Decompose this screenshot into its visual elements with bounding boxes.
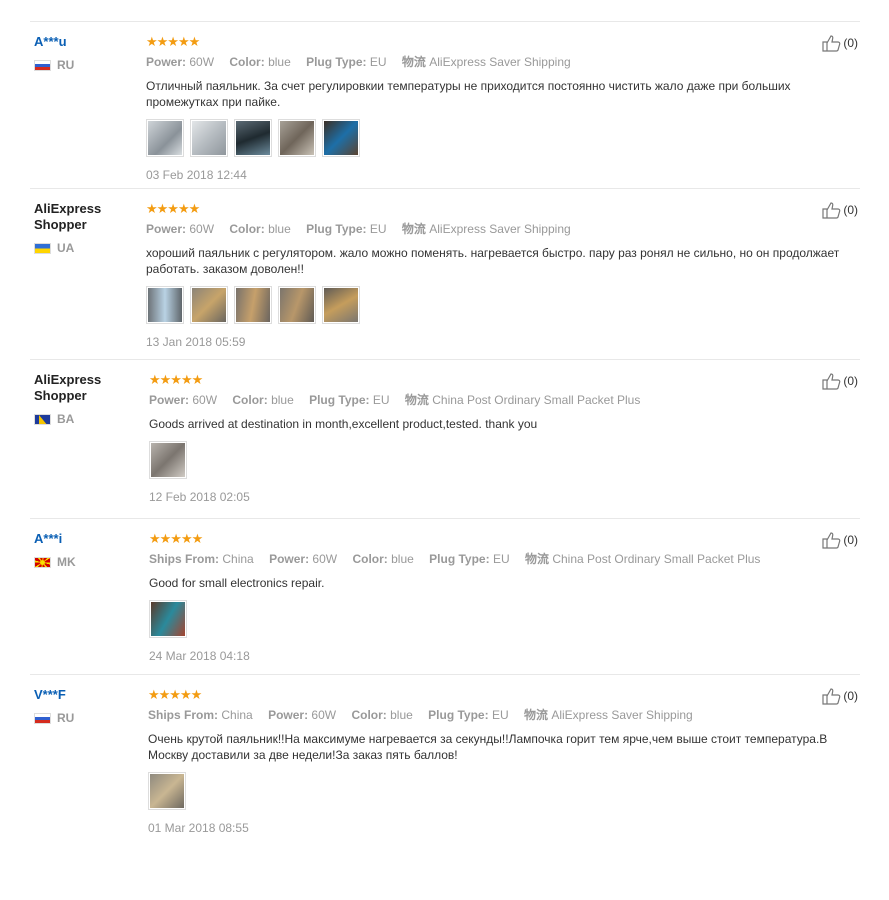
review-text: Goods arrived at destination in month,ex…: [149, 417, 538, 431]
review-photos: [146, 286, 846, 324]
rating-stars: ★★★★★: [146, 201, 200, 216]
flag-icon: [34, 556, 51, 568]
review-text: Очень крутой паяльник!!На максимуме нагр…: [148, 732, 828, 762]
product-attributes: Power: 60W Color: blue Plug Type: EU 物流 …: [146, 55, 571, 69]
review-item: AliExpress Shopper UA ★★★★★ Power: 60W C…: [30, 188, 860, 359]
rating-stars: ★★★★★: [149, 372, 203, 387]
review-photo-thumbnail[interactable]: [146, 286, 184, 324]
helpful-button[interactable]: (0): [821, 34, 858, 52]
rating-stars: ★★★★★: [149, 531, 203, 546]
review-photo-thumbnail[interactable]: [234, 119, 272, 157]
review-photos: [146, 119, 846, 157]
reviewer-country: RU: [57, 58, 75, 72]
review-photo-thumbnail[interactable]: [322, 119, 360, 157]
flag-icon: [34, 413, 51, 425]
reviewer-name[interactable]: A***u: [34, 34, 134, 50]
helpful-count: (0): [843, 533, 858, 547]
helpful-count: (0): [843, 374, 858, 388]
thumbs-up-icon: [822, 202, 841, 219]
review-date: 13 Jan 2018 05:59: [146, 335, 246, 349]
review-date: 03 Feb 2018 12:44: [146, 168, 247, 182]
helpful-button[interactable]: (0): [821, 201, 858, 219]
review-photo-thumbnail[interactable]: [149, 441, 187, 479]
helpful-count: (0): [843, 36, 858, 50]
flag-icon: [34, 242, 51, 254]
review-text: Отличный паяльник. За счет регулировкии …: [146, 79, 791, 109]
thumbs-up-icon: [822, 35, 841, 52]
helpful-count: (0): [843, 203, 858, 217]
reviewer-country: UA: [57, 241, 75, 255]
review-text: хороший паяльник с регулятором. жало мож…: [146, 246, 840, 276]
thumbs-up-icon: [822, 373, 841, 390]
review-photos: [149, 441, 849, 479]
helpful-button[interactable]: (0): [821, 372, 858, 390]
review-photos: [149, 600, 849, 638]
review-photo-thumbnail[interactable]: [322, 286, 360, 324]
thumbs-up-icon: [822, 532, 841, 549]
review-item: A***i MK ★★★★★ Ships From: China Power: …: [30, 518, 860, 674]
review-photo-thumbnail[interactable]: [278, 119, 316, 157]
reviewer-name[interactable]: A***i: [34, 531, 134, 547]
reviewer-name[interactable]: V***F: [34, 687, 134, 703]
review-item: V***F RU ★★★★★ Ships From: China Power: …: [30, 674, 860, 845]
flag-icon: [34, 59, 51, 71]
review-photo-thumbnail[interactable]: [278, 286, 316, 324]
review-photos: [148, 772, 848, 810]
helpful-count: (0): [843, 689, 858, 703]
product-attributes: Power: 60W Color: blue Plug Type: EU 物流 …: [146, 222, 571, 236]
product-attributes: Ships From: China Power: 60W Color: blue…: [149, 552, 761, 566]
product-attributes: Ships From: China Power: 60W Color: blue…: [148, 708, 693, 722]
review-text: Good for small electronics repair.: [149, 576, 325, 590]
review-item: AliExpress Shopper BA ★★★★★ Power: 60W C…: [30, 359, 860, 518]
reviewer-name: AliExpress Shopper: [34, 372, 102, 403]
review-photo-thumbnail[interactable]: [190, 286, 228, 324]
review-photo-thumbnail[interactable]: [149, 600, 187, 638]
review-photo-thumbnail[interactable]: [234, 286, 272, 324]
review-photo-thumbnail[interactable]: [146, 119, 184, 157]
helpful-button[interactable]: (0): [821, 687, 858, 705]
helpful-button[interactable]: (0): [821, 531, 858, 549]
review-photo-thumbnail[interactable]: [190, 119, 228, 157]
review-item: A***u RU ★★★★★ Power: 60W Color: blue Pl…: [30, 21, 860, 188]
thumbs-up-icon: [822, 688, 841, 705]
rating-stars: ★★★★★: [146, 34, 200, 49]
reviewer-name: AliExpress Shopper: [34, 201, 102, 232]
reviewer-country: MK: [57, 555, 76, 569]
flag-icon: [34, 712, 51, 724]
review-date: 01 Mar 2018 08:55: [148, 821, 249, 835]
review-date: 12 Feb 2018 02:05: [149, 490, 250, 504]
review-photo-thumbnail[interactable]: [148, 772, 186, 810]
rating-stars: ★★★★★: [148, 687, 202, 702]
product-attributes: Power: 60W Color: blue Plug Type: EU 物流 …: [149, 393, 641, 407]
review-date: 24 Mar 2018 04:18: [149, 649, 250, 663]
reviewer-country: BA: [57, 412, 75, 426]
reviewer-country: RU: [57, 711, 75, 725]
